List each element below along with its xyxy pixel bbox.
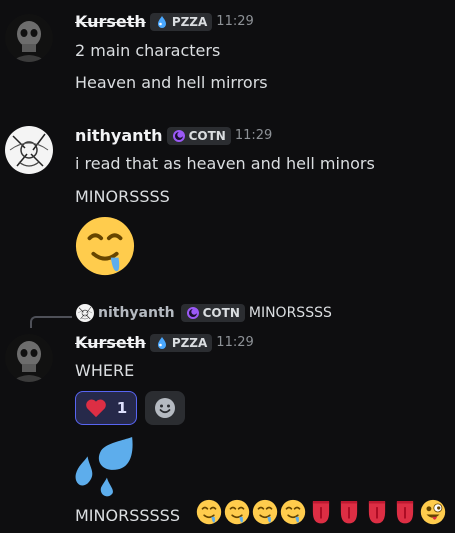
drooling-face-icon[interactable] <box>196 499 222 525</box>
skull-avatar-icon <box>5 334 53 382</box>
guild-tag-label: COTN <box>188 128 226 143</box>
droplet-icon <box>155 15 169 29</box>
drooling-face-icon[interactable] <box>224 499 250 525</box>
message-header: nithyanth COTN 11:29 <box>75 126 272 145</box>
guild-tag[interactable]: PZZA <box>149 12 213 31</box>
reply-guild-tag: COTN <box>180 304 245 322</box>
reaction-heart[interactable]: 1 <box>75 391 137 425</box>
message-header: Kurseth PZZA 11:29 <box>75 12 254 31</box>
avatar[interactable] <box>5 126 53 174</box>
reaction-count: 1 <box>116 399 128 417</box>
message-text: MINORSSSSS <box>75 506 180 525</box>
message-text: MINORSSSS <box>75 187 170 206</box>
add-reaction-button[interactable] <box>145 391 185 425</box>
timestamp[interactable]: 11:29 <box>216 14 253 29</box>
message-header: Kurseth PZZA 11:29 <box>75 333 254 352</box>
smiley-icon <box>155 398 175 418</box>
reply-avatar <box>76 304 94 322</box>
manga-avatar-icon <box>5 126 53 174</box>
droplet-icon <box>155 336 169 350</box>
guild-tag-label: PZZA <box>171 335 208 350</box>
tongue-icon[interactable] <box>392 499 418 525</box>
reply-connector <box>30 316 72 328</box>
moon-icon <box>172 129 186 143</box>
timestamp[interactable]: 11:29 <box>216 335 253 350</box>
guild-tag-label: PZZA <box>171 14 208 29</box>
avatar[interactable] <box>5 334 53 382</box>
author-name[interactable]: nithyanth <box>75 126 163 145</box>
author-name[interactable]: Kurseth <box>75 333 146 352</box>
guild-tag[interactable]: PZZA <box>149 333 213 352</box>
guild-tag-label: COTN <box>202 306 240 320</box>
message-text: WHERE <box>75 361 135 380</box>
message-text: 2 main characters <box>75 41 221 60</box>
manga-avatar-icon <box>76 304 94 322</box>
reply-author[interactable]: nithyanth <box>98 305 175 321</box>
timestamp[interactable]: 11:29 <box>235 128 272 143</box>
sweat-droplets-icon[interactable] <box>74 435 136 497</box>
message-text: i read that as heaven and hell minors <box>75 154 375 173</box>
reply-text[interactable]: MINORSSSS <box>249 305 332 321</box>
message-text: Heaven and hell mirrors <box>75 73 268 92</box>
author-name[interactable]: Kurseth <box>75 12 146 31</box>
reply-preview[interactable]: nithyanth COTN MINORSSSS <box>76 304 332 322</box>
skull-avatar-icon <box>5 14 53 62</box>
drooling-face-icon[interactable] <box>252 499 278 525</box>
tongue-icon[interactable] <box>336 499 362 525</box>
zany-face-icon[interactable] <box>420 499 446 525</box>
drooling-face-icon[interactable] <box>74 215 136 277</box>
emoji-row <box>196 499 446 525</box>
avatar[interactable] <box>5 14 53 62</box>
tongue-icon[interactable] <box>364 499 390 525</box>
red-heart-icon <box>85 399 106 418</box>
guild-tag[interactable]: COTN <box>166 126 231 145</box>
drooling-face-icon[interactable] <box>280 499 306 525</box>
moon-icon <box>186 306 200 320</box>
tongue-icon[interactable] <box>308 499 334 525</box>
